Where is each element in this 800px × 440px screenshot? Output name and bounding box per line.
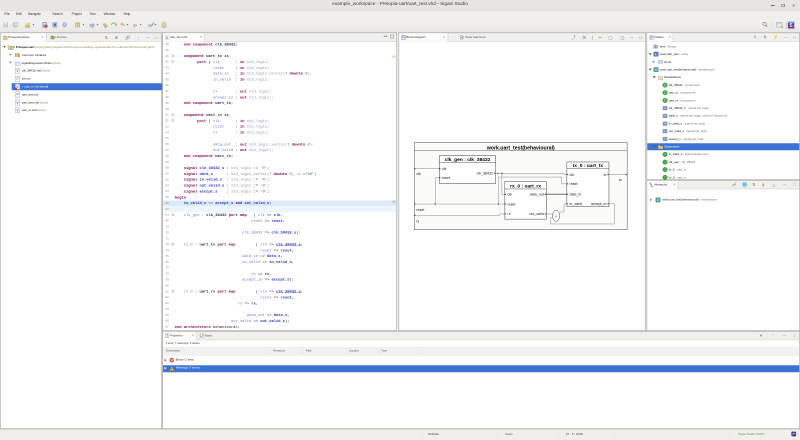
svg-text:work.uart_test(behavioural): work.uart_test(behavioural) bbox=[486, 145, 555, 151]
svg-text:I: I bbox=[665, 160, 666, 164]
svg-text:reset: reset bbox=[442, 176, 450, 180]
svg-text:rx: rx bbox=[416, 219, 419, 223]
svg-text:=: = bbox=[664, 152, 666, 156]
svg-text:tx_0 : uart_tx: tx_0 : uart_tx bbox=[573, 163, 604, 169]
svg-text:rx: rx bbox=[508, 212, 511, 216]
svg-text:out_valid: out_valid bbox=[529, 212, 543, 216]
svg-text:clk: clk bbox=[416, 172, 421, 176]
svg-text:reset: reset bbox=[416, 208, 424, 212]
svg-text:reset: reset bbox=[508, 202, 516, 206]
svg-text:clk: clk bbox=[570, 173, 575, 177]
svg-text:reset: reset bbox=[570, 182, 578, 186]
svg-text:clk: clk bbox=[442, 167, 447, 171]
svg-text:clk_gen : clk_38432: clk_gen : clk_38432 bbox=[445, 157, 491, 163]
svg-text:tx: tx bbox=[619, 178, 622, 182]
svg-text:data_in: data_in bbox=[570, 193, 582, 197]
svg-text:I: I bbox=[665, 168, 666, 172]
svg-text:clk: clk bbox=[508, 193, 513, 197]
svg-text:data_out: data_out bbox=[530, 193, 544, 197]
svg-text:rx_0 : uart_rx: rx_0 : uart_rx bbox=[510, 184, 541, 190]
svg-text:∧: ∧ bbox=[555, 214, 557, 218]
svg-text:clk_38432: clk_38432 bbox=[477, 172, 493, 176]
svg-text:accept_in: accept_in bbox=[591, 202, 606, 206]
svg-text:!: ! bbox=[167, 334, 168, 338]
svg-text:!: ! bbox=[171, 367, 172, 371]
svg-text:in_valid: in_valid bbox=[570, 202, 582, 206]
svg-text:Q: Q bbox=[63, 23, 66, 27]
svg-text:tx: tx bbox=[604, 173, 607, 177]
